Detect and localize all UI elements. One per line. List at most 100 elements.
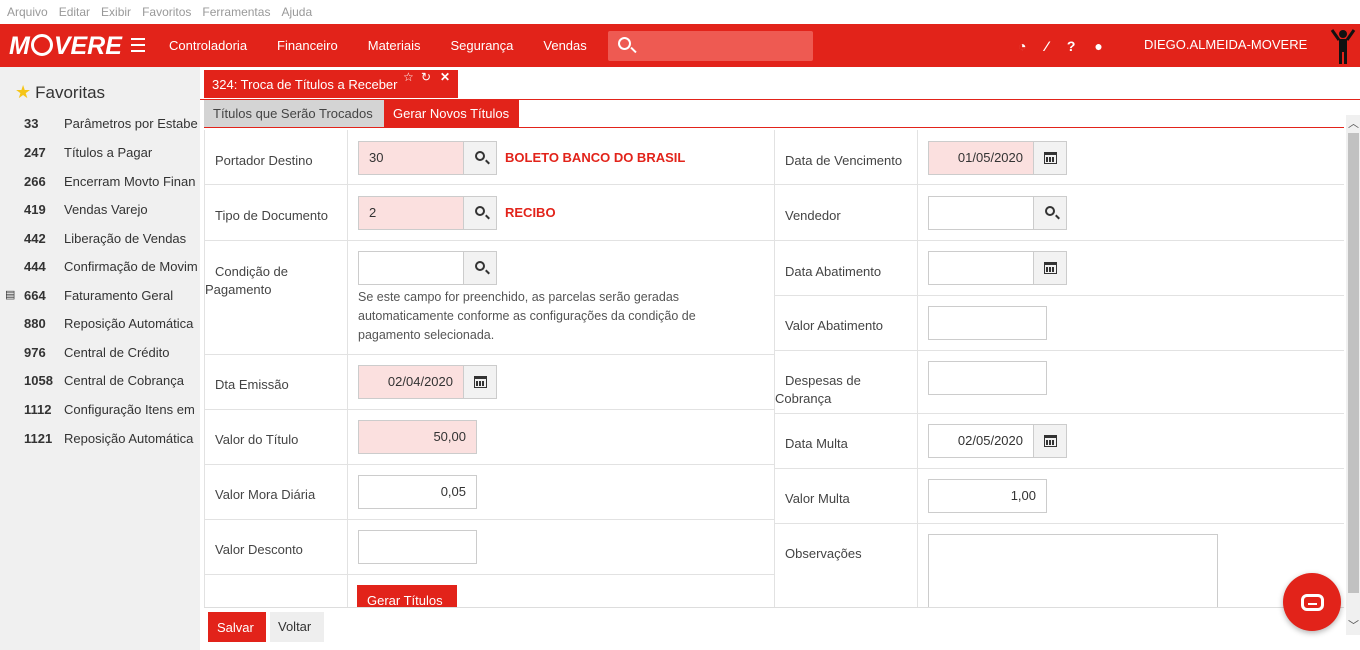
window-tab[interactable]: 324: Troca de Títulos a Receber ☆ ↻ ✕: [204, 70, 458, 98]
desp-input[interactable]: [928, 361, 1047, 395]
user-figure-icon[interactable]: [1330, 27, 1356, 65]
dashboard-icon[interactable]: ◔: [1018, 38, 1026, 54]
vendedor-search-button[interactable]: [1033, 196, 1067, 230]
magic-wand-icon[interactable]: ⁄: [1045, 38, 1047, 54]
condicao-search-button[interactable]: [463, 251, 497, 285]
printer-icon: ▤: [5, 289, 16, 301]
sidebar-item-1058[interactable]: 1058 Central de Cobrança: [0, 373, 200, 401]
nav-controladoria[interactable]: Controladoria: [169, 38, 247, 53]
menu-bar: Arquivo Editar Exibir Favoritos Ferramen…: [0, 0, 1360, 24]
row-observacoes: Observações: [774, 524, 1344, 607]
sidebar-item-976[interactable]: 976 Central de Crédito: [0, 345, 200, 373]
menu-arquivo[interactable]: Arquivo: [7, 5, 48, 19]
vertical-scrollbar[interactable]: ︿ ﹀: [1346, 115, 1360, 635]
menu-ferramentas[interactable]: Ferramentas: [202, 5, 270, 19]
condicao-label-1: Condição de: [215, 264, 288, 279]
item-label: Reposição Automática: [64, 431, 194, 446]
menu-editar[interactable]: Editar: [59, 5, 90, 19]
sidebar-item-247[interactable]: 247 Títulos a Pagar: [0, 145, 200, 173]
sidebar-item-442[interactable]: 442 Liberação de Vendas: [0, 231, 200, 259]
chat-bubble-icon: [1301, 594, 1324, 611]
nav-vendas[interactable]: Vendas: [543, 38, 586, 53]
search-icon: [475, 261, 485, 271]
refresh-icon[interactable]: ↻: [421, 70, 431, 84]
search-input[interactable]: [608, 31, 813, 61]
favorites-label: Favoritas: [35, 83, 106, 102]
tab-titulos-trocados[interactable]: Títulos que Serão Trocados: [204, 100, 384, 127]
row-abatimento: Data Abatimento: [774, 241, 1344, 296]
menu-ajuda[interactable]: Ajuda: [281, 5, 312, 19]
vabat-label: Valor Abatimento: [775, 296, 918, 350]
calendar-icon: [474, 376, 487, 388]
calendar-icon: [1044, 435, 1057, 447]
desconto-input[interactable]: [358, 530, 477, 564]
nav-seguranca[interactable]: Segurança: [451, 38, 514, 53]
row-tipo-documento: Tipo de Documento 2 RECIBO: [204, 185, 774, 241]
portador-input[interactable]: 30: [358, 141, 464, 175]
nav-financeiro[interactable]: Financeiro: [277, 38, 338, 53]
vendedor-input[interactable]: [928, 196, 1034, 230]
row-vendedor: Vendedor: [774, 185, 1344, 241]
emissao-calendar-button[interactable]: [463, 365, 497, 399]
tab-gerar-novos[interactable]: Gerar Novos Títulos: [384, 100, 519, 127]
item-label: Confirmação de Movim: [64, 259, 198, 274]
multa-calendar-button[interactable]: [1033, 424, 1067, 458]
condicao-input[interactable]: [358, 251, 464, 285]
scroll-down-icon[interactable]: ﹀: [1348, 617, 1359, 633]
drop-icon[interactable]: ●: [1094, 38, 1102, 54]
item-number: 33: [24, 116, 39, 131]
scrollbar-thumb[interactable]: [1348, 133, 1359, 593]
header-icons: ◔ ⁄ ? ●: [1018, 24, 1122, 67]
row-mora: Valor Mora Diária 0,05: [204, 465, 774, 520]
sidebar-item-1112[interactable]: 1112 Configuração Itens em: [0, 402, 200, 430]
save-button[interactable]: Salvar: [208, 612, 266, 642]
help-icon[interactable]: ?: [1067, 38, 1076, 54]
vmulta-label: Valor Multa: [775, 469, 918, 523]
desconto-label: Valor Desconto: [205, 520, 348, 574]
sidebar-item-33[interactable]: 33 Parâmetros por Estabe: [0, 116, 200, 144]
portador-search-button[interactable]: [463, 141, 497, 175]
venc-input[interactable]: 01/05/2020: [928, 141, 1034, 175]
item-label: Vendas Varejo: [64, 202, 148, 217]
obs-textarea[interactable]: [928, 534, 1218, 607]
user-name[interactable]: DIEGO.ALMEIDA-MOVERE: [1144, 37, 1307, 52]
mora-input[interactable]: 0,05: [358, 475, 477, 509]
item-label: Reposição Automática: [64, 316, 194, 331]
sidebar-item-880[interactable]: 880 Reposição Automática: [0, 316, 200, 344]
sidebar-item-1121[interactable]: 1121 Reposição Automática: [0, 431, 200, 459]
gerar-titulos-button[interactable]: Gerar Títulos: [357, 585, 457, 607]
menu-exibir[interactable]: Exibir: [101, 5, 131, 19]
tipo-search-button[interactable]: [463, 196, 497, 230]
hamburger-menu-icon[interactable]: [131, 38, 145, 56]
favorites-title: ★ Favoritas: [15, 82, 105, 103]
movere-logo[interactable]: M VERE: [9, 32, 122, 61]
emissao-input[interactable]: 02/04/2020: [358, 365, 464, 399]
valor-input[interactable]: 50,00: [358, 420, 477, 454]
sidebar-item-664[interactable]: ▤ 664 Faturamento Geral: [0, 288, 200, 316]
menu-favoritos[interactable]: Favoritos: [142, 5, 191, 19]
sidebar-item-444[interactable]: 444 Confirmação de Movim: [0, 259, 200, 287]
sidebar-item-419[interactable]: 419 Vendas Varejo: [0, 202, 200, 230]
scroll-up-icon[interactable]: ︿: [1348, 115, 1359, 131]
chat-button[interactable]: [1283, 573, 1341, 631]
sidebar-item-266[interactable]: 266 Encerram Movto Finan: [0, 174, 200, 202]
nav-materiais[interactable]: Materiais: [368, 38, 421, 53]
abat-input[interactable]: [928, 251, 1034, 285]
portador-description: BOLETO BANCO DO BRASIL: [505, 150, 686, 165]
item-number: 442: [24, 231, 46, 246]
close-icon[interactable]: ✕: [440, 70, 450, 84]
main-nav: Controladoria Financeiro Materiais Segur…: [169, 24, 617, 67]
row-desconto: Valor Desconto: [204, 520, 774, 575]
tipo-input[interactable]: 2: [358, 196, 464, 230]
condicao-help-text: Se este campo for preenchido, as parcela…: [358, 290, 696, 342]
venc-calendar-button[interactable]: [1033, 141, 1067, 175]
abat-calendar-button[interactable]: [1033, 251, 1067, 285]
multa-input[interactable]: 02/05/2020: [928, 424, 1034, 458]
row-despesas: Despesas de Cobrança: [774, 351, 1344, 414]
favorite-star-icon[interactable]: ☆: [403, 70, 414, 84]
search-icon: [1045, 206, 1055, 216]
search-icon: [618, 37, 631, 50]
back-button[interactable]: Voltar: [270, 612, 324, 642]
vabat-input[interactable]: [928, 306, 1047, 340]
vmulta-input[interactable]: 1,00: [928, 479, 1047, 513]
